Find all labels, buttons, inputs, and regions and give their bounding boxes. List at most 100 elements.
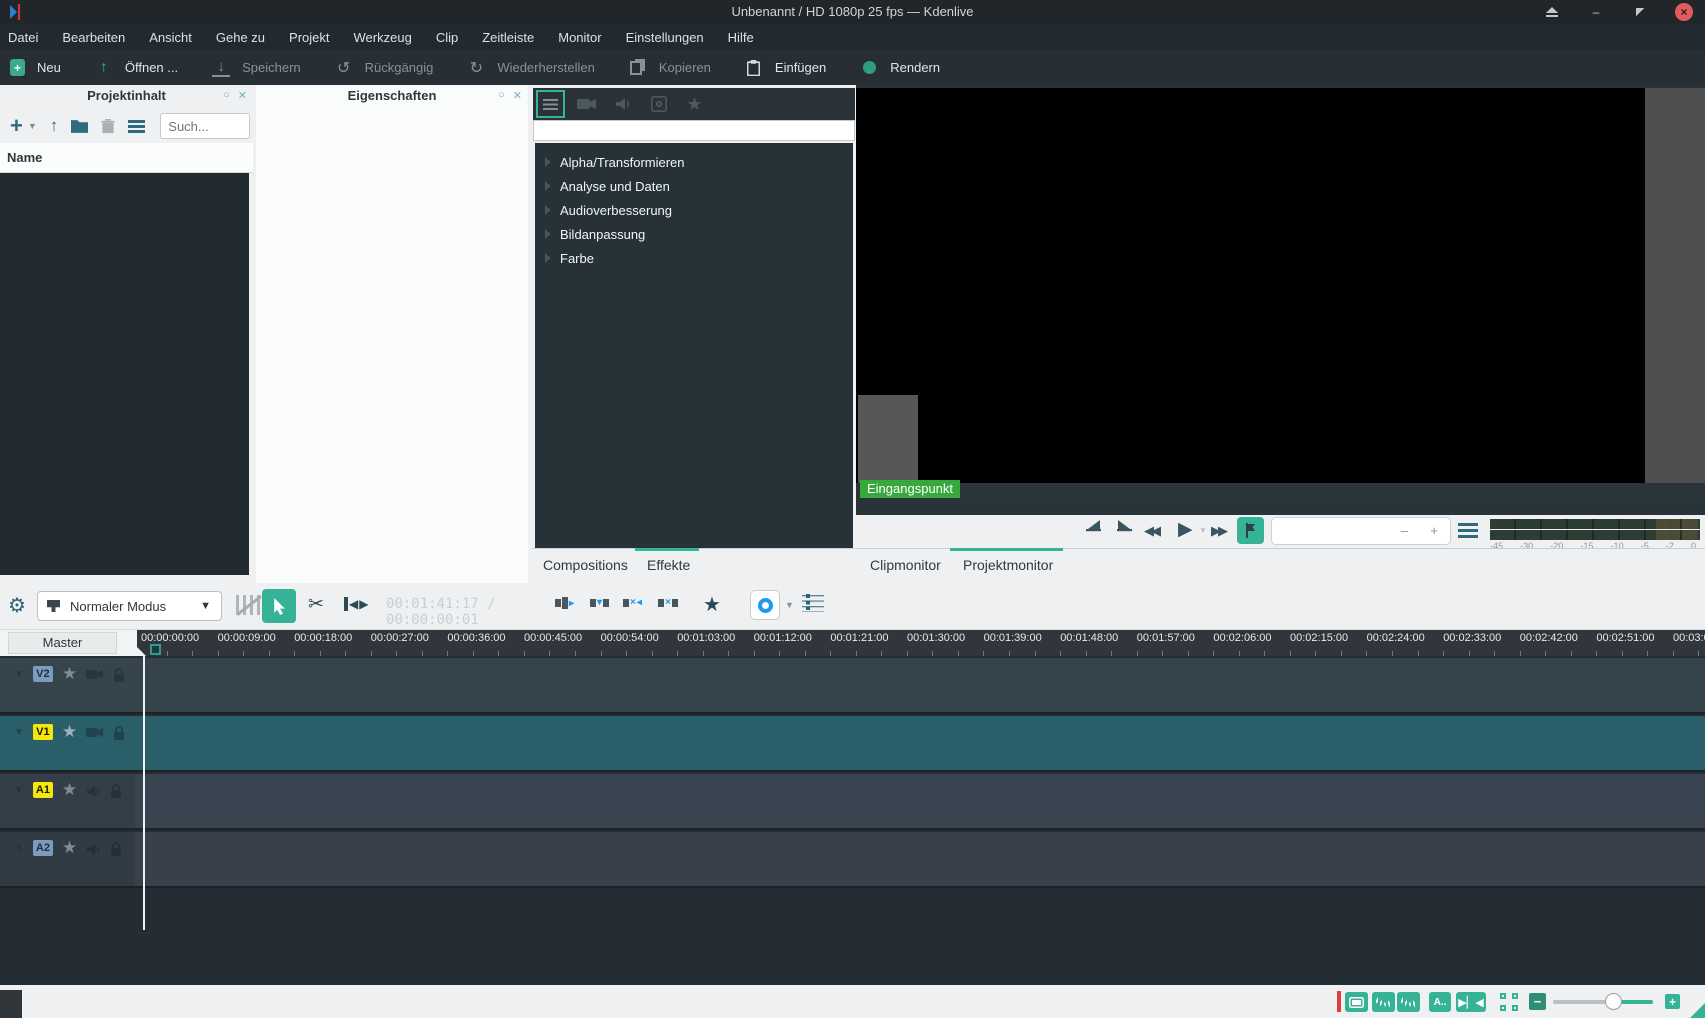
float-panel-icon[interactable]: ○ (223, 89, 230, 102)
track-lane-v2[interactable] (135, 658, 1705, 712)
video-track-icon[interactable] (86, 726, 104, 742)
play-dropdown-icon[interactable]: ▼ (1199, 526, 1207, 535)
bin-name-header[interactable]: Name (0, 143, 253, 173)
snap-icon[interactable]: ▶▏◀ (1456, 992, 1486, 1012)
timeline-settings-icon[interactable]: ⚙ (8, 593, 26, 618)
monitor-timecode-input[interactable]: – + (1271, 517, 1451, 545)
create-folder-icon[interactable] (71, 119, 88, 133)
new-button[interactable]: +Neu (10, 59, 61, 76)
zone-out-icon[interactable] (1115, 519, 1133, 532)
track-header-a1[interactable]: ▼ A1 ★ (0, 774, 135, 828)
forward-icon[interactable]: ▶▶ (1211, 523, 1225, 539)
lock-icon[interactable] (113, 668, 125, 685)
audio-thumbnails-icon[interactable] (1372, 992, 1395, 1012)
monitor-seekbar[interactable] (856, 498, 1705, 515)
delete-zone-icon[interactable]: × (658, 597, 678, 608)
chevron-down-icon[interactable]: ▼ (14, 669, 24, 680)
track-tags-button[interactable]: A.. (1429, 992, 1451, 1012)
close-icon[interactable]: × (1675, 3, 1693, 21)
effect-category[interactable]: Analyse und Daten (535, 174, 853, 198)
track-lane-a2[interactable] (135, 832, 1705, 886)
restore-icon[interactable] (1631, 3, 1649, 21)
effect-category[interactable]: Farbe (535, 246, 853, 270)
zoom-slider[interactable] (1553, 1000, 1653, 1004)
close-panel-icon[interactable]: ✕ (238, 89, 247, 102)
parent-folder-icon[interactable]: ↑ (50, 116, 59, 136)
effect-category[interactable]: Audioverbesserung (535, 198, 853, 222)
lock-icon[interactable] (113, 726, 125, 743)
track-header-a2[interactable]: ▼ A2 ★ (0, 832, 135, 886)
track-effects-star-icon[interactable]: ★ (62, 838, 77, 858)
menu-datei[interactable]: Datei (8, 30, 38, 45)
effect-category[interactable]: Bildanpassung (535, 222, 853, 246)
insert-zone-icon[interactable]: ▾ (590, 597, 609, 608)
track-effects-star-icon[interactable]: ★ (62, 664, 77, 684)
play-icon[interactable]: ▶ (1178, 518, 1193, 541)
extract-zone-icon[interactable]: ×◂ (623, 597, 642, 608)
delete-icon[interactable] (101, 119, 115, 134)
expand-icon[interactable] (545, 181, 551, 191)
zoom-in-button[interactable]: + (1665, 994, 1680, 1009)
effects-search-input[interactable] (533, 120, 855, 141)
audio-effects-icon[interactable] (608, 90, 637, 118)
zone-in-icon[interactable] (1085, 519, 1103, 532)
timecode-decrement-icon[interactable]: – (1401, 523, 1408, 538)
menu-ansicht[interactable]: Ansicht (149, 30, 192, 45)
add-clip-dropdown-icon[interactable]: ▼ (28, 121, 37, 131)
playhead[interactable] (143, 656, 145, 930)
ruler-scale[interactable]: 00:00:00:0000:00:09:0000:00:18:0000:00:2… (137, 630, 1705, 656)
track-header-v1[interactable]: ▼ V1 ★ (0, 716, 135, 770)
float-panel-icon[interactable]: ○ (498, 89, 505, 102)
add-marker-button[interactable] (1237, 517, 1264, 544)
audio-track-icon[interactable] (86, 842, 101, 860)
mix-clips-icon[interactable]: ▸ (555, 597, 574, 609)
menu-monitor[interactable]: Monitor (558, 30, 601, 45)
record-button[interactable] (750, 590, 780, 620)
tab-compositions[interactable]: Compositions (543, 557, 628, 573)
menu-clip[interactable]: Clip (436, 30, 458, 45)
lock-icon[interactable] (110, 784, 122, 801)
chevron-down-icon[interactable]: ▼ (14, 785, 24, 796)
menu-zeitleiste[interactable]: Zeitleiste (482, 30, 534, 45)
add-clip-icon[interactable]: + (10, 117, 23, 135)
tab-clipmonitor[interactable]: Clipmonitor (870, 557, 941, 573)
menu-hilfe[interactable]: Hilfe (728, 30, 754, 45)
view-menu-icon[interactable] (128, 120, 145, 133)
bin-search-input[interactable] (160, 113, 250, 139)
tab-projektmonitor[interactable]: Projektmonitor (963, 557, 1053, 573)
zoom-slider-knob[interactable] (1605, 993, 1622, 1010)
copy-button[interactable]: Kopieren (629, 59, 711, 77)
track-badge[interactable]: V1 (33, 724, 53, 740)
audio-track-icon[interactable] (86, 784, 101, 802)
close-panel-icon[interactable]: ✕ (513, 89, 522, 102)
chevron-down-icon[interactable]: ▼ (14, 727, 24, 738)
chevron-down-icon[interactable]: ▼ (785, 600, 794, 610)
track-effects-star-icon[interactable]: ★ (62, 722, 77, 742)
show-markers-icon[interactable] (1397, 992, 1420, 1012)
timecode-increment-icon[interactable]: + (1430, 523, 1438, 538)
tab-effekte[interactable]: Effekte (647, 557, 690, 573)
menu-bearbeiten[interactable]: Bearbeiten (62, 30, 125, 45)
track-badge[interactable]: A1 (33, 782, 53, 798)
master-button[interactable]: Master (8, 632, 117, 654)
monitor-video-area[interactable] (856, 88, 1645, 483)
favorite-effects-icon[interactable]: ★ (680, 90, 709, 118)
shade-window-icon[interactable] (1543, 3, 1561, 21)
razor-tool-icon[interactable]: ✂ (308, 593, 324, 616)
spacer-tool-icon[interactable]: ◀▶ (344, 597, 368, 611)
bin-content-area[interactable] (0, 173, 249, 575)
video-thumbnails-icon[interactable] (1345, 992, 1368, 1012)
track-lane-a1[interactable] (135, 774, 1705, 828)
track-header-v2[interactable]: ▼ V2 ★ (0, 658, 135, 712)
resize-grip[interactable] (1690, 1003, 1705, 1018)
render-button[interactable]: Rendern (860, 59, 940, 77)
menu-werkzeug[interactable]: Werkzeug (354, 30, 412, 45)
monitor-menu-icon[interactable] (1458, 523, 1478, 538)
expand-icon[interactable] (545, 253, 551, 263)
expand-icon[interactable] (545, 157, 551, 167)
zone-marker[interactable] (150, 644, 161, 655)
video-effects-icon[interactable] (572, 90, 601, 118)
show-all-effects-icon[interactable] (536, 90, 565, 118)
undo-button[interactable]: ↺Rückgängig (335, 59, 434, 77)
custom-effects-icon[interactable] (644, 90, 673, 118)
